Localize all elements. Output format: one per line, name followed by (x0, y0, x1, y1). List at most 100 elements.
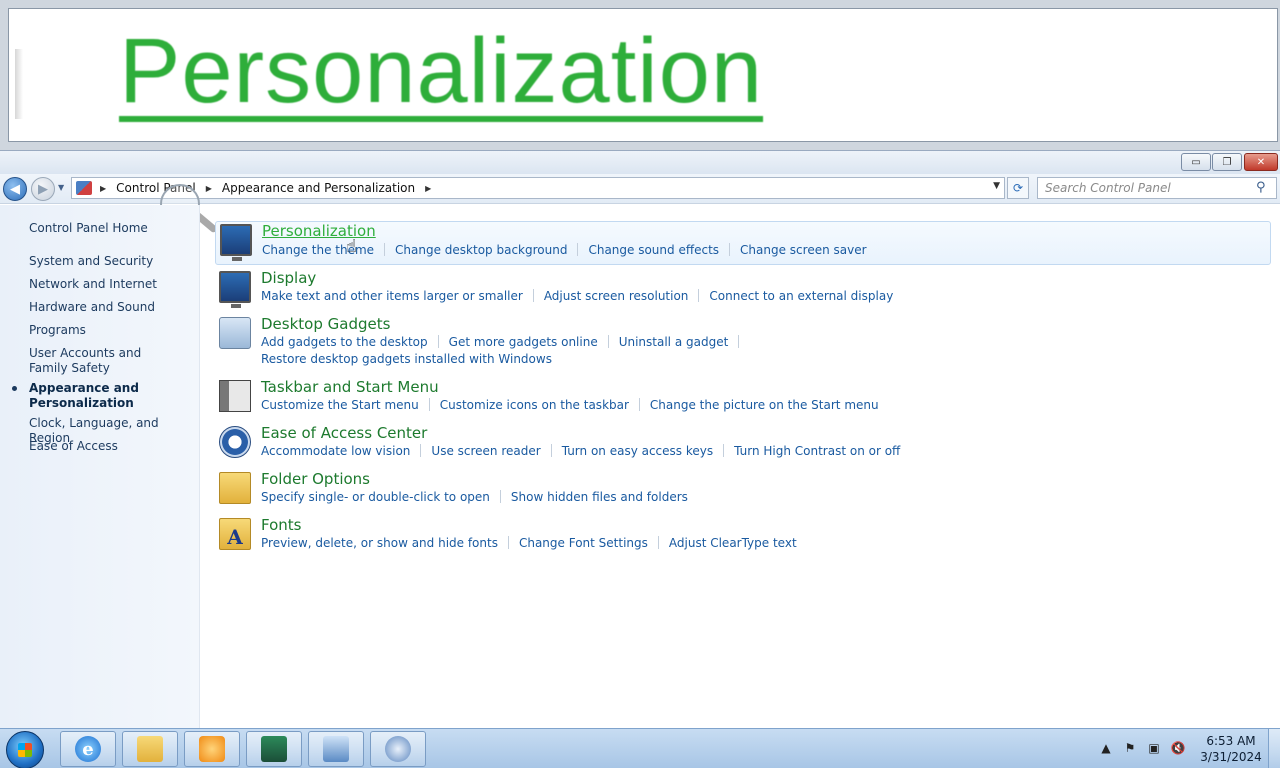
link-change-sound-effects[interactable]: Change sound effects (588, 242, 719, 259)
link-make-text-larger[interactable]: Make text and other items larger or smal… (261, 288, 523, 305)
taskbar-magnifier[interactable] (370, 731, 426, 767)
link-cleartype[interactable]: Adjust ClearType text (669, 535, 797, 552)
search-icon[interactable]: ⚲ (1256, 180, 1272, 196)
network-icon[interactable]: ▣ (1146, 741, 1162, 757)
link-high-contrast[interactable]: Turn High Contrast on or off (734, 443, 900, 460)
sidebar-item-ease-of-access[interactable]: Ease of Access (29, 439, 197, 454)
taskbar-windows-explorer[interactable] (122, 731, 178, 767)
breadcrumb-separator-icon[interactable]: ▶ (425, 184, 431, 193)
link-single-double-click[interactable]: Specify single- or double-click to open (261, 489, 490, 506)
category-personalization[interactable]: Personalization Change the theme Change d… (215, 221, 1271, 265)
category-title-gadgets[interactable]: Desktop Gadgets (261, 315, 390, 333)
link-adjust-resolution[interactable]: Adjust screen resolution (544, 288, 689, 305)
volume-muted-icon[interactable]: 🔇 (1170, 741, 1186, 757)
action-center-flag-icon[interactable]: ⚑ (1122, 741, 1138, 757)
search-box[interactable]: ⚲ (1037, 177, 1277, 199)
taskbar: e ▲ ⚑ ▣ 🔇 6:53 AM 3/31/2024 (0, 728, 1280, 768)
category-title-display[interactable]: Display (261, 269, 316, 287)
link-add-gadgets[interactable]: Add gadgets to the desktop (261, 334, 428, 351)
link-divider (577, 243, 579, 256)
link-divider (607, 335, 609, 348)
link-get-more-gadgets[interactable]: Get more gadgets online (449, 334, 598, 351)
category-links: Preview, delete, or show and hide fonts C… (261, 535, 1261, 552)
link-divider (729, 243, 731, 256)
fonts-icon[interactable]: A (219, 518, 251, 550)
sidebar-item-appearance[interactable]: Appearance and Personalization (29, 381, 149, 411)
magnifier-window: Personalization (0, 0, 1280, 150)
category-taskbar-start[interactable]: Taskbar and Start Menu Customize the Sta… (215, 378, 1271, 418)
sidebar: Control Panel Home System and Security N… (0, 205, 200, 728)
sidebar-item-programs[interactable]: Programs (29, 323, 197, 338)
link-connect-external-display[interactable]: Connect to an external display (709, 288, 893, 305)
category-links: Change the theme Change desktop backgroun… (262, 242, 1262, 259)
link-change-start-picture[interactable]: Change the picture on the Start menu (650, 397, 879, 414)
ease-of-access-icon[interactable] (219, 426, 251, 458)
taskbar-display-app[interactable] (246, 731, 302, 767)
internet-explorer-icon: e (75, 736, 101, 762)
link-divider (723, 444, 725, 457)
control-panel-icon (76, 181, 92, 195)
control-panel-window: ▭ ❐ ✕ ◀ ▶ ▼ ▶ Control Panel ▶ Appearance… (0, 150, 1280, 728)
link-preview-fonts[interactable]: Preview, delete, or show and hide fonts (261, 535, 498, 552)
recent-pages-dropdown-icon[interactable]: ▼ (58, 183, 68, 195)
link-divider (657, 536, 659, 549)
category-title-folder[interactable]: Folder Options (261, 470, 370, 488)
category-display[interactable]: Display Make text and other items larger… (215, 269, 1271, 309)
show-hidden-icons-icon[interactable]: ▲ (1098, 741, 1114, 757)
maximize-button[interactable]: ❐ (1212, 153, 1242, 171)
breadcrumb-separator-icon[interactable]: ▶ (206, 184, 212, 193)
taskbar-clock[interactable]: 6:53 AM 3/31/2024 (1196, 733, 1266, 765)
back-button[interactable]: ◀ (3, 177, 27, 201)
refresh-button[interactable]: ⟳ (1007, 177, 1029, 199)
category-desktop-gadgets[interactable]: Desktop Gadgets Add gadgets to the deskt… (215, 315, 1271, 371)
category-title-personalization[interactable]: Personalization (262, 222, 376, 240)
sidebar-item-control-panel-home[interactable]: Control Panel Home (29, 221, 197, 236)
link-divider (638, 398, 640, 411)
link-low-vision[interactable]: Accommodate low vision (261, 443, 410, 460)
taskbar-media-player[interactable] (184, 731, 240, 767)
address-bar[interactable]: ▶ Control Panel ▶ Appearance and Persona… (71, 177, 1005, 199)
minimize-button[interactable]: ▭ (1181, 153, 1211, 171)
category-title-ease[interactable]: Ease of Access Center (261, 424, 427, 442)
folder-options-icon[interactable] (219, 472, 251, 504)
breadcrumb-separator-icon[interactable]: ▶ (100, 184, 106, 193)
show-desktop-button[interactable] (1268, 729, 1280, 768)
search-input[interactable] (1038, 178, 1248, 198)
category-folder-options[interactable]: Folder Options Specify single- or double… (215, 470, 1271, 510)
link-change-theme[interactable]: Change the theme (262, 242, 374, 259)
sidebar-item-hardware[interactable]: Hardware and Sound (29, 300, 197, 315)
link-customize-taskbar-icons[interactable]: Customize icons on the taskbar (440, 397, 629, 414)
start-button[interactable] (6, 731, 44, 768)
category-links: Customize the Start menu Customize icons … (261, 397, 1261, 414)
sidebar-item-user-accounts[interactable]: User Accounts and Family Safety (29, 346, 179, 376)
personalization-icon[interactable] (220, 224, 252, 261)
link-uninstall-gadget[interactable]: Uninstall a gadget (619, 334, 729, 351)
taskbar-control-panel[interactable] (308, 731, 364, 767)
link-easy-access-keys[interactable]: Turn on easy access keys (562, 443, 713, 460)
link-screen-reader[interactable]: Use screen reader (431, 443, 540, 460)
display-icon[interactable] (219, 271, 251, 308)
breadcrumb-appearance[interactable]: Appearance and Personalization (220, 181, 417, 195)
category-ease-of-access[interactable]: Ease of Access Center Accommodate low vi… (215, 424, 1271, 464)
link-restore-gadgets[interactable]: Restore desktop gadgets installed with W… (261, 351, 552, 368)
sidebar-item-network[interactable]: Network and Internet (29, 277, 197, 292)
category-fonts[interactable]: A Fonts Preview, delete, or show and hid… (215, 516, 1271, 556)
close-button[interactable]: ✕ (1244, 153, 1278, 171)
address-dropdown-icon[interactable]: ▼ (993, 181, 1000, 191)
category-links: Specify single- or double-click to open S… (261, 489, 1261, 506)
category-title-taskbar[interactable]: Taskbar and Start Menu (261, 378, 439, 396)
taskbar-internet-explorer[interactable]: e (60, 731, 116, 767)
link-divider (550, 444, 552, 457)
magnifier-view: Personalization (8, 8, 1278, 142)
link-show-hidden-files[interactable]: Show hidden files and folders (511, 489, 688, 506)
navigation-bar: ◀ ▶ ▼ ▶ Control Panel ▶ Appearance and P… (0, 174, 1280, 234)
gadgets-icon[interactable] (219, 317, 251, 349)
taskbar-icon[interactable] (219, 380, 251, 412)
link-customize-start-menu[interactable]: Customize the Start menu (261, 397, 419, 414)
category-title-fonts[interactable]: Fonts (261, 516, 301, 534)
link-change-screen-saver[interactable]: Change screen saver (740, 242, 867, 259)
link-change-desktop-background[interactable]: Change desktop background (395, 242, 567, 259)
forward-button[interactable]: ▶ (31, 177, 55, 201)
link-font-settings[interactable]: Change Font Settings (519, 535, 648, 552)
sidebar-item-system-security[interactable]: System and Security (29, 254, 197, 269)
